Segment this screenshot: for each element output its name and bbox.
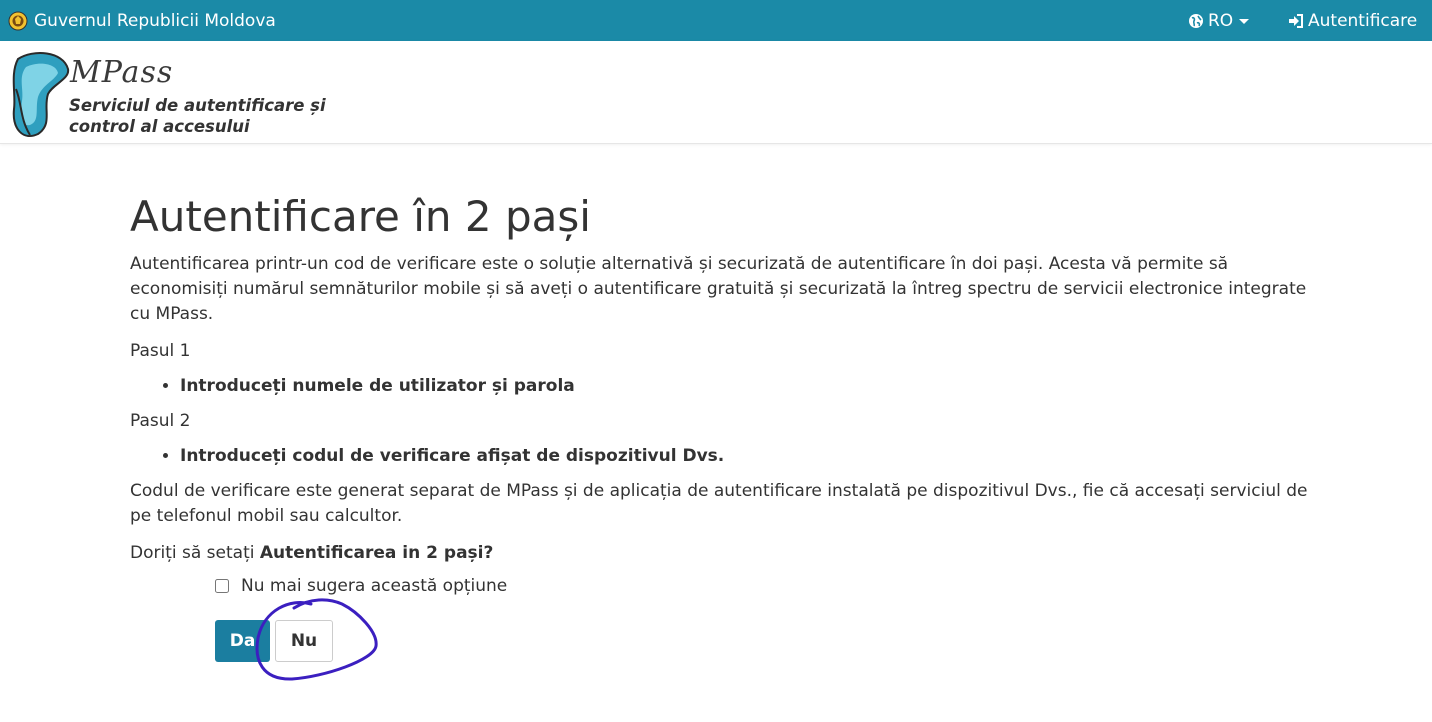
question-emphasis: Autentificarea in 2 pași?: [259, 543, 494, 563]
setup-question: Doriți să setați Autentificarea in 2 paș…: [130, 541, 1320, 566]
step2-item: Introduceți codul de verificare afișat d…: [180, 444, 1320, 469]
language-label: RO: [1208, 10, 1234, 31]
globe-icon: [1189, 13, 1203, 28]
step1-list: Introduceți numele de utilizator și paro…: [130, 374, 1320, 399]
logo-tagline-line1: Serviciul de autentificare și: [69, 96, 326, 115]
login-link[interactable]: Autentificare: [1288, 0, 1417, 41]
logo-tagline: Serviciul de autentificare și control al…: [69, 95, 369, 137]
government-name: Guvernul Republicii Moldova: [34, 10, 276, 31]
dont-suggest-option[interactable]: Nu mai sugera această opțiune: [215, 576, 507, 596]
language-dropdown[interactable]: RO: [1188, 0, 1255, 41]
page-title: Autentificare în 2 pași: [130, 192, 591, 241]
dont-suggest-label: Nu mai sugera această opțiune: [241, 576, 508, 596]
step1-label: Pasul 1: [130, 341, 191, 361]
top-navigation-bar: Guvernul Republicii Moldova RO Autentifi…: [0, 0, 1432, 41]
caret-down-icon: [1239, 18, 1250, 24]
site-header: MPass Serviciul de autentificare și cont…: [0, 41, 1432, 144]
logo-wordmark: MPass: [70, 55, 174, 90]
mpass-logo-icon: [12, 52, 70, 137]
no-button[interactable]: Nu: [275, 620, 333, 662]
step1-item: Introduceți numele de utilizator și paro…: [180, 374, 1320, 399]
note-paragraph: Codul de verificare este generat separat…: [130, 481, 1308, 526]
question-prefix: Doriți să setați: [130, 543, 260, 563]
intro-paragraph: Autentificarea printr-un cod de verifica…: [130, 254, 1307, 324]
dont-suggest-checkbox[interactable]: [215, 579, 229, 593]
main-content: Autentificare în 2 pași Autentificarea p…: [130, 190, 1320, 578]
logo-tagline-line2: control al accesului: [69, 117, 250, 136]
login-label: Autentificare: [1308, 10, 1418, 31]
yes-button[interactable]: Da: [215, 620, 270, 662]
government-link[interactable]: Guvernul Republicii Moldova: [8, 0, 276, 41]
sign-in-icon: [1289, 13, 1303, 28]
step2-list: Introduceți codul de verificare afișat d…: [130, 444, 1320, 469]
step2-label: Pasul 2: [130, 411, 191, 431]
moldova-emblem-icon: [8, 11, 28, 31]
